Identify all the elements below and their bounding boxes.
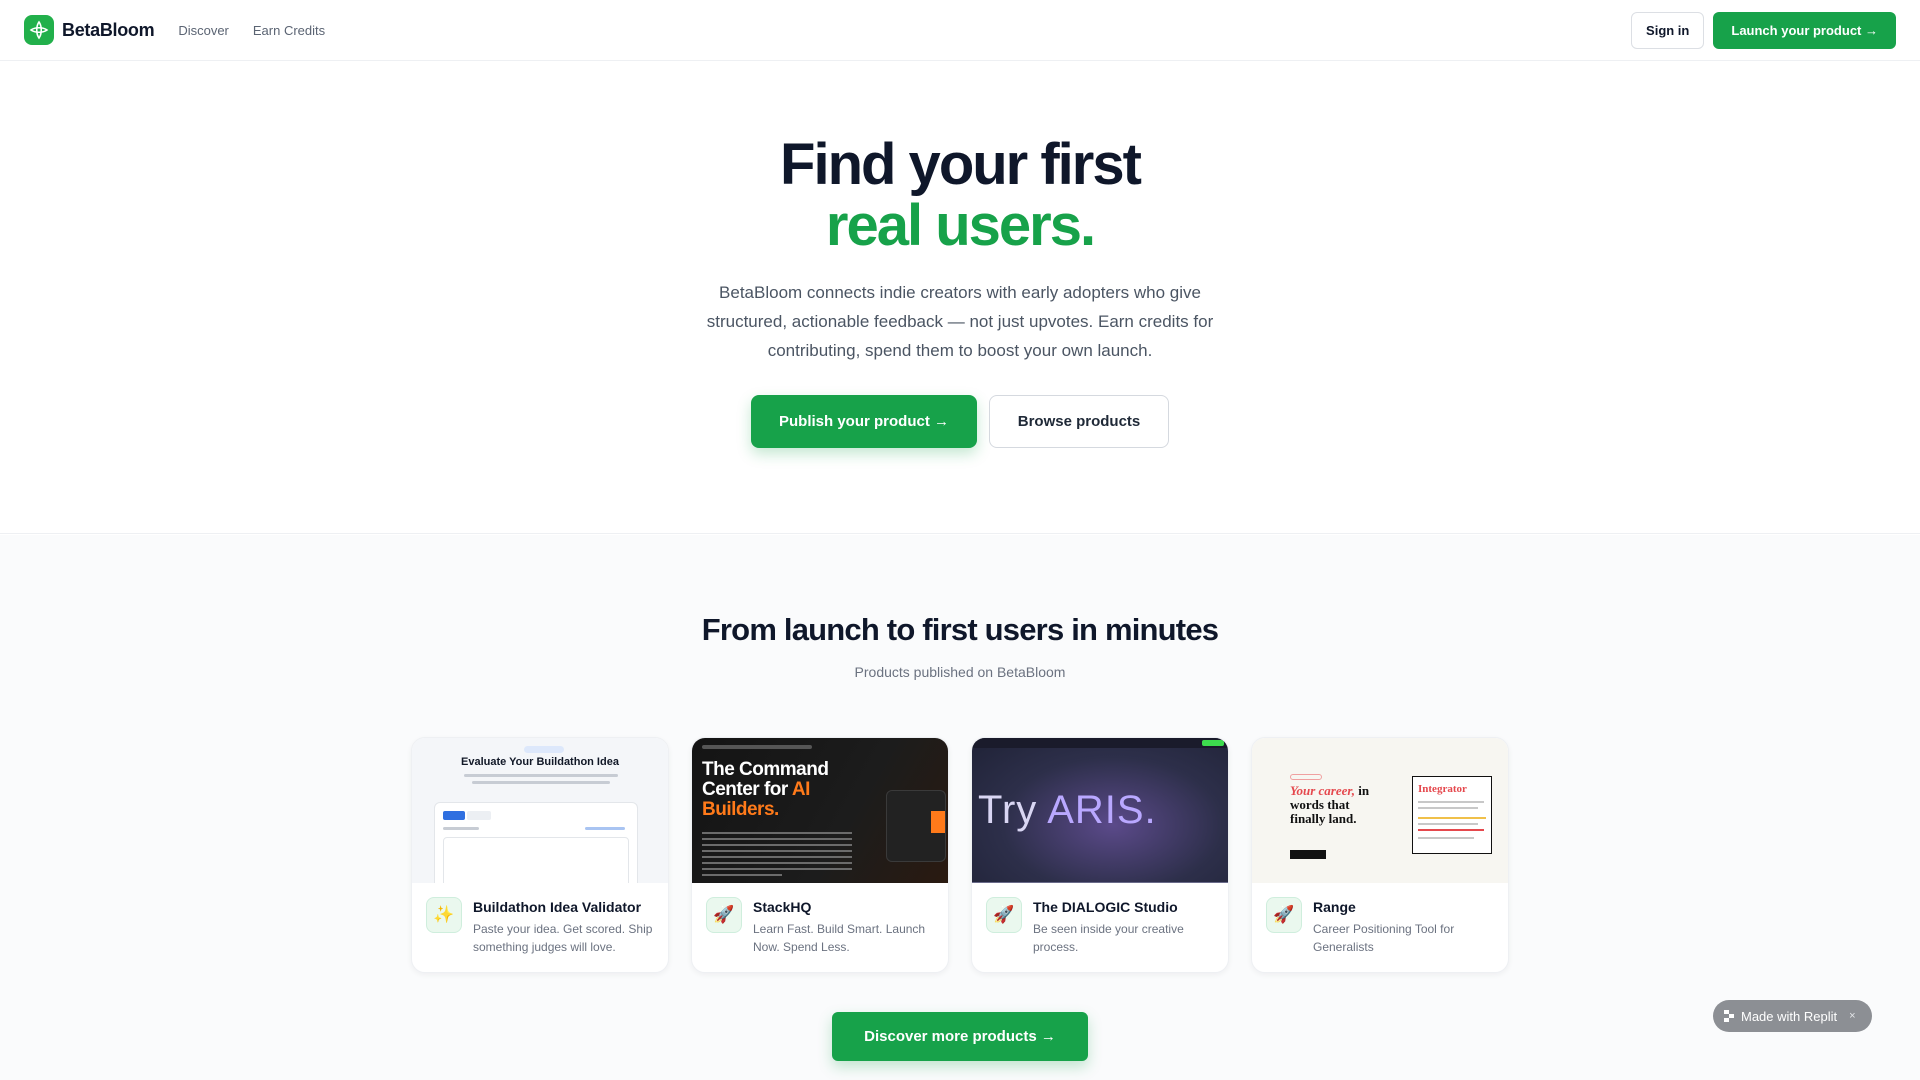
thumb-text-line xyxy=(702,856,852,858)
top-nav: BetaBloom Discover Earn Credits Sign in … xyxy=(0,0,1920,61)
close-icon[interactable]: × xyxy=(1849,1010,1855,1022)
card-name: Buildathon Idea Validator xyxy=(473,899,642,915)
product-card-dialogic[interactable]: Try ARIS. 🚀 The DIALOGIC Studio Be seen … xyxy=(971,737,1229,973)
thumb-device-accent xyxy=(931,811,945,833)
product-cards: Evaluate Your Buildathon Idea ✨ Buildath… xyxy=(411,737,1509,973)
thumb-headline-line1: The Command xyxy=(702,759,829,780)
card-body: 🚀 Range Career Positioning Tool for Gene… xyxy=(1252,883,1508,956)
thumb-headline-line2: Center for xyxy=(702,779,792,800)
brand-name[interactable]: BetaBloom xyxy=(62,20,155,41)
product-card-stackhq[interactable]: The Command Center for AI Builders. 🚀 St… xyxy=(691,737,949,973)
card-body: 🚀 StackHQ Learn Fast. Build Smart. Launc… xyxy=(692,883,948,956)
hero-actions: Publish your product → Browse products xyxy=(0,395,1920,448)
nav-link-discover[interactable]: Discover xyxy=(178,23,229,38)
product-thumbnail: The Command Center for AI Builders. xyxy=(692,738,948,883)
hero-title-line2: real users. xyxy=(825,193,1096,258)
betabloom-logo-icon[interactable] xyxy=(24,15,54,45)
thumb-doc-line xyxy=(1418,829,1484,831)
thumb-device xyxy=(886,790,946,862)
hero-title-line1: Find your first xyxy=(780,132,1142,197)
thumb-text-line xyxy=(702,838,852,840)
product-thumbnail: Try ARIS. xyxy=(972,738,1228,883)
thumb-headline: Your career, in words that finally land. xyxy=(1290,784,1369,826)
thumb-top-bar xyxy=(702,745,812,749)
products-section: From launch to first users in minutes Pr… xyxy=(0,535,1920,1080)
badge-label: Made with Replit xyxy=(1741,1008,1838,1024)
thumb-aris: ARIS. xyxy=(1047,788,1157,832)
card-name: Range xyxy=(1313,899,1356,915)
thumb-head-d: finally land. xyxy=(1290,811,1357,826)
thumb-text-line xyxy=(472,781,610,784)
rocket-icon: 🚀 xyxy=(1266,897,1302,933)
thumb-headline: The Command Center for AI Builders. xyxy=(702,759,829,820)
publish-product-button[interactable]: Publish your product → xyxy=(751,395,977,448)
card-text: Buildathon Idea Validator Paste your ide… xyxy=(473,897,654,956)
card-description: Learn Fast. Build Smart. Launch Now. Spe… xyxy=(753,922,926,954)
card-text: Range Career Positioning Tool for Genera… xyxy=(1313,897,1494,956)
product-card-buildathon[interactable]: Evaluate Your Buildathon Idea ✨ Buildath… xyxy=(411,737,669,973)
hero-subtitle: BetaBloom connects indie creators with e… xyxy=(706,283,1214,360)
thumb-divider xyxy=(972,882,1228,883)
card-text: StackHQ Learn Fast. Build Smart. Launch … xyxy=(753,897,934,956)
thumb-doc-line xyxy=(1418,801,1484,803)
thumb-document: Integrator xyxy=(1412,776,1492,854)
thumb-text-line xyxy=(702,832,852,834)
discover-more-button[interactable]: Discover more products → xyxy=(832,1012,1088,1061)
replit-logo-icon xyxy=(1724,1010,1734,1022)
thumb-text-line xyxy=(702,844,852,846)
thumb-tag xyxy=(1290,774,1322,780)
thumb-head-a: Your career, xyxy=(1290,783,1355,798)
card-body: ✨ Buildathon Idea Validator Paste your i… xyxy=(412,883,668,956)
thumb-headline-accent: AI xyxy=(791,779,811,800)
rocket-icon: 🚀 xyxy=(706,897,742,933)
thumb-button xyxy=(1290,850,1326,859)
thumb-doc-line xyxy=(1418,823,1478,825)
section-subtitle: Products published on BetaBloom xyxy=(854,664,1066,680)
card-name: StackHQ xyxy=(753,899,812,915)
thumb-doc-line xyxy=(1418,807,1478,809)
thumb-badge xyxy=(524,746,564,753)
product-thumbnail: Your career, in words that finally land.… xyxy=(1252,738,1508,883)
thumb-doc-title: Integrator xyxy=(1418,783,1467,795)
thumb-panel xyxy=(434,802,638,883)
made-with-replit-badge[interactable]: Made with Replit × xyxy=(1713,1000,1872,1032)
card-body: 🚀 The DIALOGIC Studio Be seen inside you… xyxy=(972,883,1228,956)
launch-product-button[interactable]: Launch your product → xyxy=(1713,11,1896,49)
thumb-text-line xyxy=(702,850,852,852)
card-description: Be seen inside your creative process. xyxy=(1033,922,1184,954)
rocket-icon: 🚀 xyxy=(986,897,1022,933)
thumb-try: Try xyxy=(978,788,1048,832)
hero-title: Find your first real users. xyxy=(0,134,1920,256)
section-title: From launch to first users in minutes xyxy=(701,612,1219,647)
hero-section: Find your first real users. BetaBloom co… xyxy=(0,61,1920,534)
thumb-text-line xyxy=(702,862,852,864)
product-thumbnail: Evaluate Your Buildathon Idea xyxy=(412,738,668,883)
sign-in-button[interactable]: Sign in xyxy=(1631,11,1705,49)
browse-products-button[interactable]: Browse products xyxy=(989,395,1169,448)
product-card-range[interactable]: Your career, in words that finally land.… xyxy=(1251,737,1509,973)
thumb-doc-line xyxy=(1418,817,1486,819)
thumb-head-b: in xyxy=(1355,783,1370,798)
thumb-text-line xyxy=(702,874,782,876)
card-name: The DIALOGIC Studio xyxy=(1033,899,1178,915)
thumb-text-line xyxy=(443,827,479,830)
thumb-text-line xyxy=(702,868,852,870)
thumb-doc-line xyxy=(1418,837,1474,839)
thumb-text-line xyxy=(464,774,618,777)
card-description: Paste your idea. Get scored. Ship someth… xyxy=(473,922,653,954)
thumb-top-bar xyxy=(972,738,1228,748)
thumb-text-line xyxy=(585,827,625,830)
thumb-headline-line3: Builders. xyxy=(702,799,779,820)
sparkles-icon: ✨ xyxy=(426,897,462,933)
thumb-tab xyxy=(467,811,491,820)
thumb-title: Evaluate Your Buildathon Idea xyxy=(461,756,619,768)
thumb-headline: Try ARIS. xyxy=(978,788,1157,833)
thumb-textarea xyxy=(443,837,629,883)
card-text: The DIALOGIC Studio Be seen inside your … xyxy=(1033,897,1214,956)
card-description: Career Positioning Tool for Generalists xyxy=(1313,922,1455,954)
thumb-tab xyxy=(443,811,465,820)
nav-link-earn-credits[interactable]: Earn Credits xyxy=(253,23,325,38)
thumb-head-c: words that xyxy=(1290,797,1350,812)
thumb-cta xyxy=(1202,740,1224,746)
